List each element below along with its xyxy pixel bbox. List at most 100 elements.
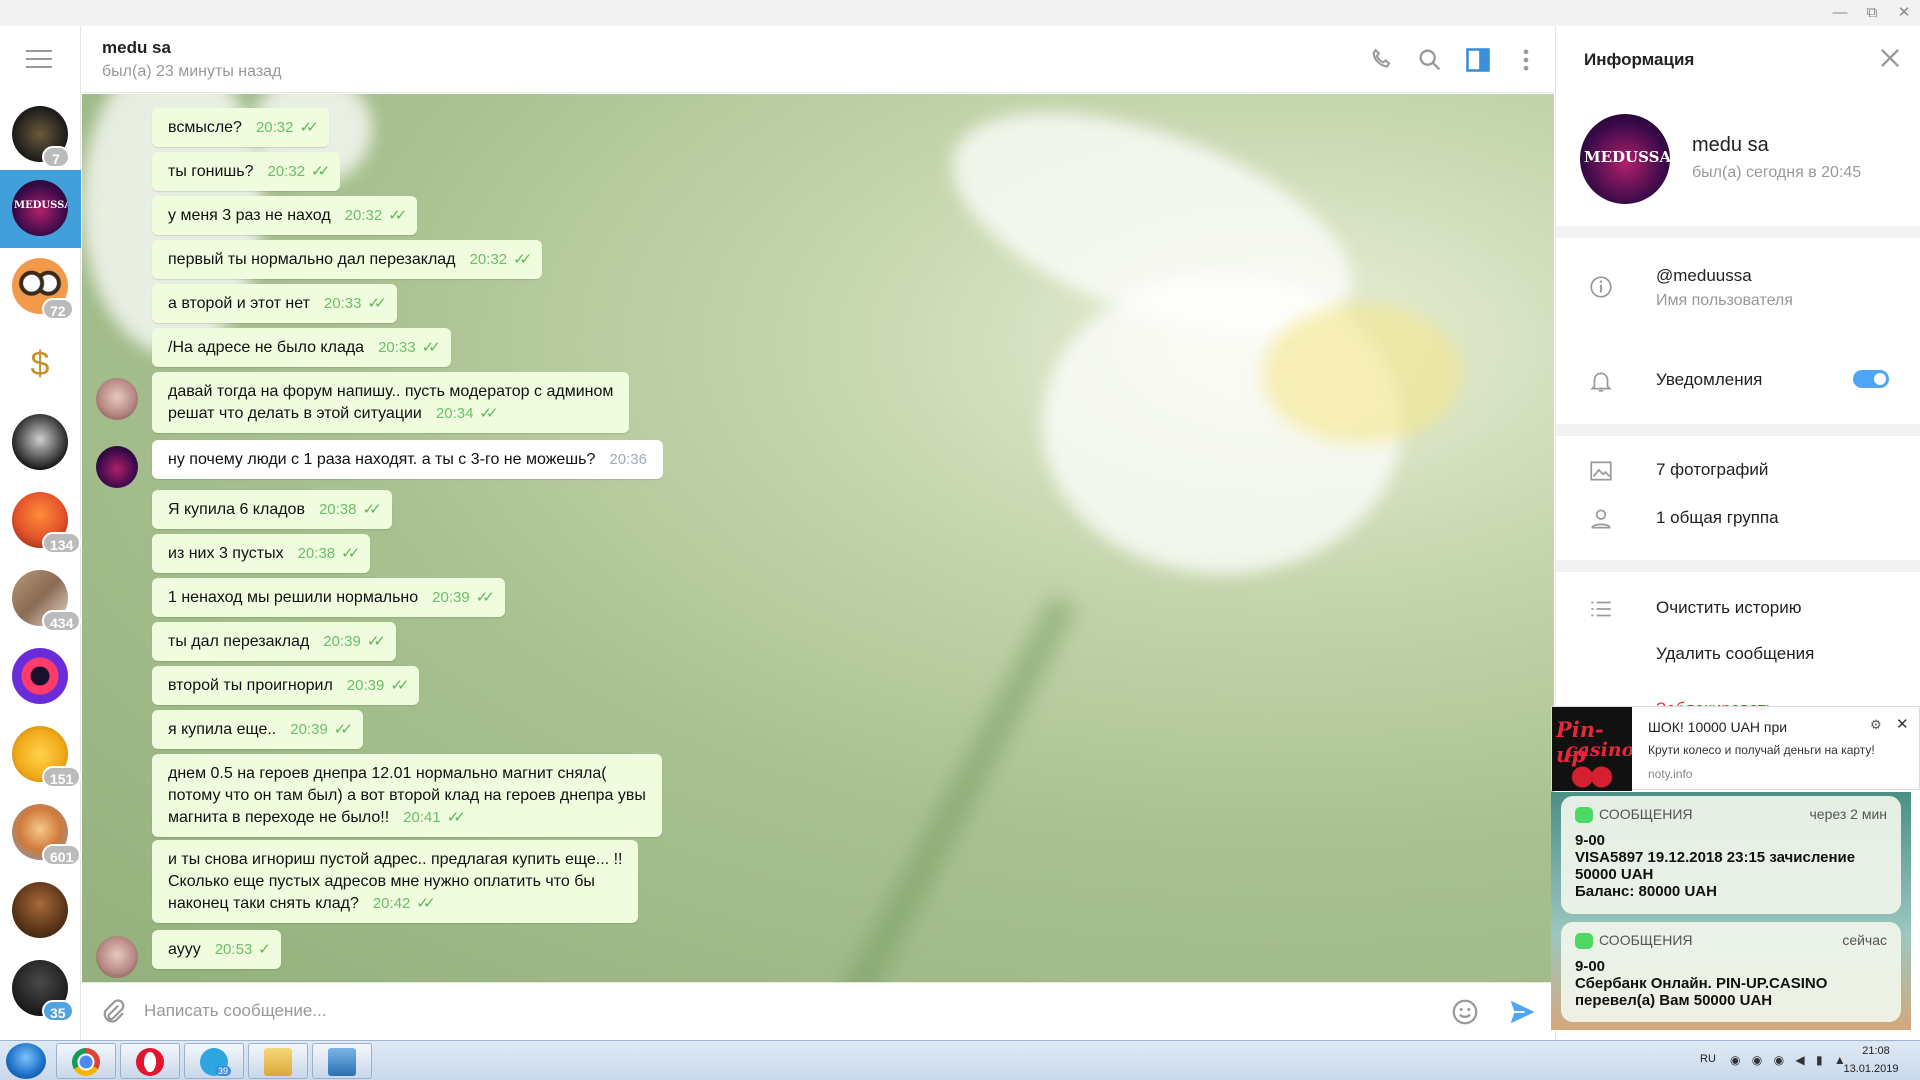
chat-status: был(а) 23 минуты назад bbox=[102, 63, 282, 80]
outgoing-message[interactable]: /На адресе не было клада 20:33 ✓✓ bbox=[152, 328, 451, 367]
message-time: 20:39 bbox=[432, 589, 470, 606]
outgoing-message[interactable]: из них 3 пустых 20:38 ✓✓ bbox=[152, 534, 371, 573]
read-check-icon: ✓✓ bbox=[479, 405, 498, 422]
attach-icon[interactable] bbox=[98, 997, 128, 1027]
unread-badge: 7 bbox=[42, 146, 70, 168]
chat-item[interactable]: 434 bbox=[0, 560, 82, 638]
message-text: у меня 3 раз не наход bbox=[168, 207, 331, 224]
chat-item-medu-sa[interactable]: MEDUSSA bbox=[0, 170, 81, 248]
message-text: ты дал перезаклад bbox=[168, 633, 310, 650]
incoming-message[interactable]: ну почему люди с 1 раза находят. а ты с … bbox=[152, 440, 663, 479]
outgoing-message[interactable]: я купила еще.. 20:39 ✓✓ bbox=[152, 710, 363, 749]
username-value[interactable]: @meduussa bbox=[1656, 266, 1752, 286]
outgoing-message[interactable]: всмысле? 20:32 ✓✓ bbox=[152, 108, 329, 147]
chat-item[interactable] bbox=[0, 872, 81, 950]
taskbar-explorer[interactable] bbox=[248, 1043, 308, 1079]
search-icon[interactable] bbox=[1416, 46, 1444, 74]
outgoing-message[interactable]: днем 0.5 на героев днепра 12.01 нормальн… bbox=[152, 754, 662, 837]
chat-header: medu sa был(а) 23 минуты назад bbox=[82, 26, 1554, 93]
taskbar-telegram[interactable]: 39 bbox=[184, 1043, 244, 1079]
taskbar-chrome[interactable] bbox=[56, 1043, 116, 1079]
photo-icon bbox=[1590, 461, 1612, 481]
outgoing-message[interactable]: и ты снова игнориш пустой адрес.. предла… bbox=[152, 840, 639, 923]
photos-link[interactable]: 7 фотографий bbox=[1656, 460, 1768, 480]
sender-avatar[interactable] bbox=[96, 446, 138, 488]
close-window-button[interactable]: ✕ bbox=[1889, 3, 1919, 23]
sender-avatar[interactable] bbox=[96, 936, 138, 978]
sender-avatar[interactable] bbox=[96, 378, 138, 420]
outgoing-message[interactable]: а второй и этот нет 20:33 ✓✓ bbox=[152, 284, 397, 323]
minimize-button[interactable]: — bbox=[1825, 3, 1855, 23]
start-button[interactable] bbox=[6, 1043, 46, 1079]
list-icon bbox=[1591, 601, 1611, 617]
message-input[interactable] bbox=[144, 991, 1444, 1031]
menu-icon[interactable] bbox=[26, 50, 52, 70]
common-groups-link[interactable]: 1 общая группа bbox=[1656, 508, 1779, 528]
chat-item[interactable]: 72 bbox=[0, 248, 81, 326]
chat-item[interactable]: 601 bbox=[0, 794, 82, 872]
avatar bbox=[12, 882, 68, 938]
outgoing-message[interactable]: 1 ненаход мы решили нормально 20:39 ✓✓ bbox=[152, 578, 505, 617]
restore-button[interactable]: ⧉ bbox=[1857, 3, 1887, 23]
message-time: 20:39 bbox=[346, 677, 385, 694]
chat-item[interactable] bbox=[0, 638, 81, 716]
tray-icons[interactable]: ◉ ◉ ◉ ◀ ▮ ▲ bbox=[1730, 1053, 1850, 1067]
clear-history-action[interactable]: Очистить историю bbox=[1656, 598, 1801, 618]
close-icon[interactable] bbox=[1876, 44, 1904, 72]
notifications-toggle[interactable] bbox=[1853, 370, 1889, 388]
message-history[interactable]: всмысле? 20:32 ✓✓ ты гонишь? 20:32 ✓✓ у меня 3… bbox=[82, 94, 1554, 982]
taskbar-opera[interactable] bbox=[120, 1043, 180, 1079]
divider bbox=[1556, 560, 1920, 572]
chat-item[interactable]: 35 bbox=[0, 950, 81, 1028]
message-time: 20:41 bbox=[403, 809, 441, 826]
gear-icon[interactable]: ⚙ bbox=[1870, 717, 1882, 733]
message-time: 20:33 bbox=[378, 339, 416, 356]
profile-avatar[interactable]: MEDUSSA bbox=[1580, 114, 1670, 204]
outgoing-message[interactable]: Я купила 6 кладов 20:38 ✓✓ bbox=[152, 490, 392, 529]
message-time: 20:38 bbox=[318, 501, 357, 518]
outgoing-message[interactable]: первый ты нормально дал перезаклад 20:32 ✓… bbox=[152, 240, 543, 279]
messages-app-icon bbox=[1575, 807, 1593, 824]
profile-status: был(а) сегодня в 20:45 bbox=[1692, 164, 1862, 181]
close-icon[interactable]: ✕ bbox=[1896, 715, 1909, 733]
message-text: второй ты проигнорил bbox=[168, 677, 333, 694]
ad-notification[interactable]: Pin-up casino ШОК! 10000 UAH при Крути к… bbox=[1551, 706, 1920, 791]
avatar bbox=[12, 414, 68, 470]
send-icon[interactable] bbox=[1506, 997, 1538, 1027]
sms-time: сейчас bbox=[1842, 932, 1887, 948]
outgoing-message[interactable]: аууу 20:53 ✓ bbox=[152, 930, 281, 969]
taskbar-image-viewer[interactable] bbox=[312, 1043, 372, 1079]
chat-item[interactable]: $ bbox=[0, 326, 81, 404]
outgoing-message[interactable]: второй ты проигнорил 20:39 ✓✓ bbox=[152, 666, 420, 705]
read-check-icon: ✓✓ bbox=[513, 251, 532, 268]
taskbar: 39 RU ◉ ◉ ◉ ◀ ▮ ▲ 21:08 13.01.2019 bbox=[0, 1040, 1920, 1080]
outgoing-message[interactable]: ты гонишь? 20:32 ✓✓ bbox=[152, 152, 341, 191]
emoji-icon[interactable] bbox=[1450, 997, 1480, 1027]
read-check-icon: ✓✓ bbox=[311, 163, 330, 180]
avatar: MEDUSSA bbox=[12, 180, 68, 236]
phone-icon[interactable] bbox=[1368, 46, 1396, 74]
clock-time[interactable]: 21:08 bbox=[1846, 1045, 1906, 1057]
language-indicator[interactable]: RU bbox=[1700, 1053, 1716, 1065]
outgoing-message[interactable]: у меня 3 раз не наход 20:32 ✓✓ bbox=[152, 196, 418, 235]
chat-item[interactable]: 151 bbox=[0, 716, 82, 794]
info-panel-title: Информация bbox=[1584, 50, 1695, 69]
pin-up-casino-logo: Pin-up casino bbox=[1552, 707, 1632, 791]
chat-list-sidebar: 7 MEDUSSA 72 $ 134 434 151 601 35 bbox=[0, 26, 82, 1040]
more-options-icon[interactable] bbox=[1512, 46, 1540, 74]
folder-icon bbox=[264, 1048, 292, 1076]
unread-badge: 151 bbox=[42, 766, 82, 788]
sms-time: через 2 мин bbox=[1809, 806, 1887, 822]
sms-body: 9-00 VISA5897 19.12.2018 23:15 зачислени… bbox=[1575, 832, 1856, 900]
read-check-icon: ✓✓ bbox=[367, 295, 386, 312]
outgoing-message[interactable]: давай тогда на форум напишу.. пусть моде… bbox=[152, 372, 630, 433]
chat-item[interactable]: 134 bbox=[0, 482, 82, 560]
chat-item[interactable]: 7 bbox=[0, 96, 81, 174]
chat-title[interactable]: medu sa bbox=[102, 38, 171, 58]
sidebar-toggle-icon[interactable] bbox=[1464, 46, 1492, 74]
delete-messages-action[interactable]: Удалить сообщения bbox=[1656, 644, 1814, 664]
read-check-icon: ✓✓ bbox=[299, 119, 319, 136]
outgoing-message[interactable]: ты дал перезаклад 20:39 ✓✓ bbox=[152, 622, 396, 661]
chat-item[interactable] bbox=[0, 404, 81, 482]
clock-date[interactable]: 13.01.2019 bbox=[1836, 1063, 1906, 1075]
